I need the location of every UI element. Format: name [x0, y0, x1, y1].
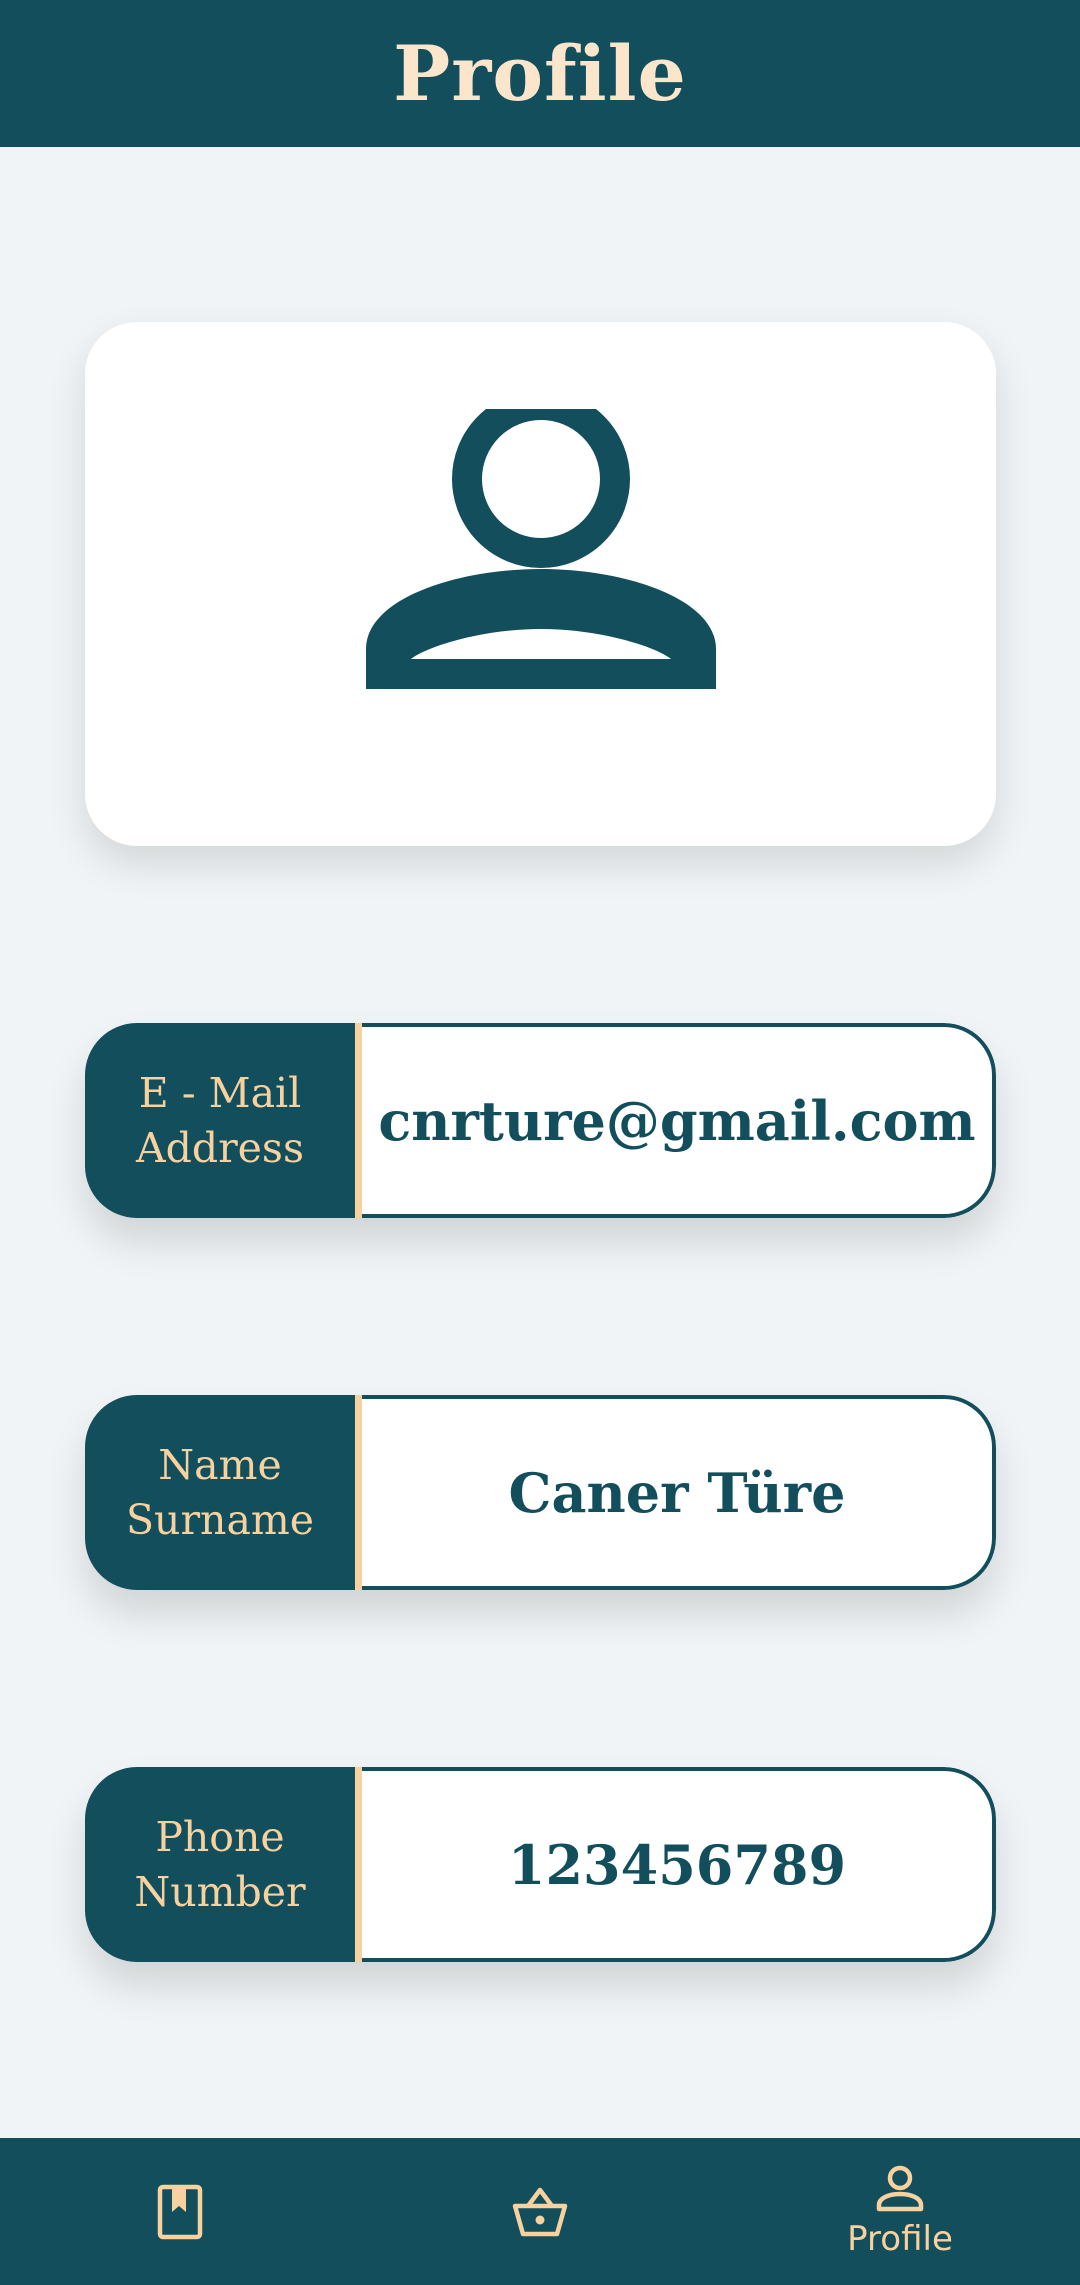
person-outline-icon [365, 409, 716, 689]
phone-number-value: 123456789 [362, 1767, 996, 1962]
field-divider [355, 1395, 362, 1590]
name-surname-label: Name Surname [85, 1395, 355, 1590]
avatar-card [85, 322, 996, 846]
nav-item-profile[interactable]: Profile [720, 2138, 1080, 2285]
nav-label-profile: Profile [847, 2218, 953, 2259]
phone-number-label: Phone Number [85, 1767, 355, 1962]
bottom-navigation: Profile [0, 2138, 1080, 2285]
field-divider [355, 1767, 362, 1962]
page-title: Profile [393, 29, 687, 118]
name-surname-field: Name Surname Caner Türe [85, 1395, 996, 1590]
app-bar: Profile [0, 0, 1080, 147]
field-divider [355, 1023, 362, 1218]
name-surname-value: Caner Türe [362, 1395, 996, 1590]
nav-item-basket[interactable] [360, 2138, 720, 2285]
email-label: E - Mail Address [85, 1023, 355, 1218]
basket-icon [512, 2187, 568, 2236]
phone-number-field: Phone Number 123456789 [85, 1767, 996, 1962]
email-field: E - Mail Address cnrture@gmail.com [85, 1023, 996, 1218]
bookmark-book-icon [157, 2184, 203, 2239]
email-value: cnrture@gmail.com [362, 1023, 996, 1218]
nav-item-books[interactable] [0, 2138, 360, 2285]
person-icon [876, 2165, 924, 2211]
